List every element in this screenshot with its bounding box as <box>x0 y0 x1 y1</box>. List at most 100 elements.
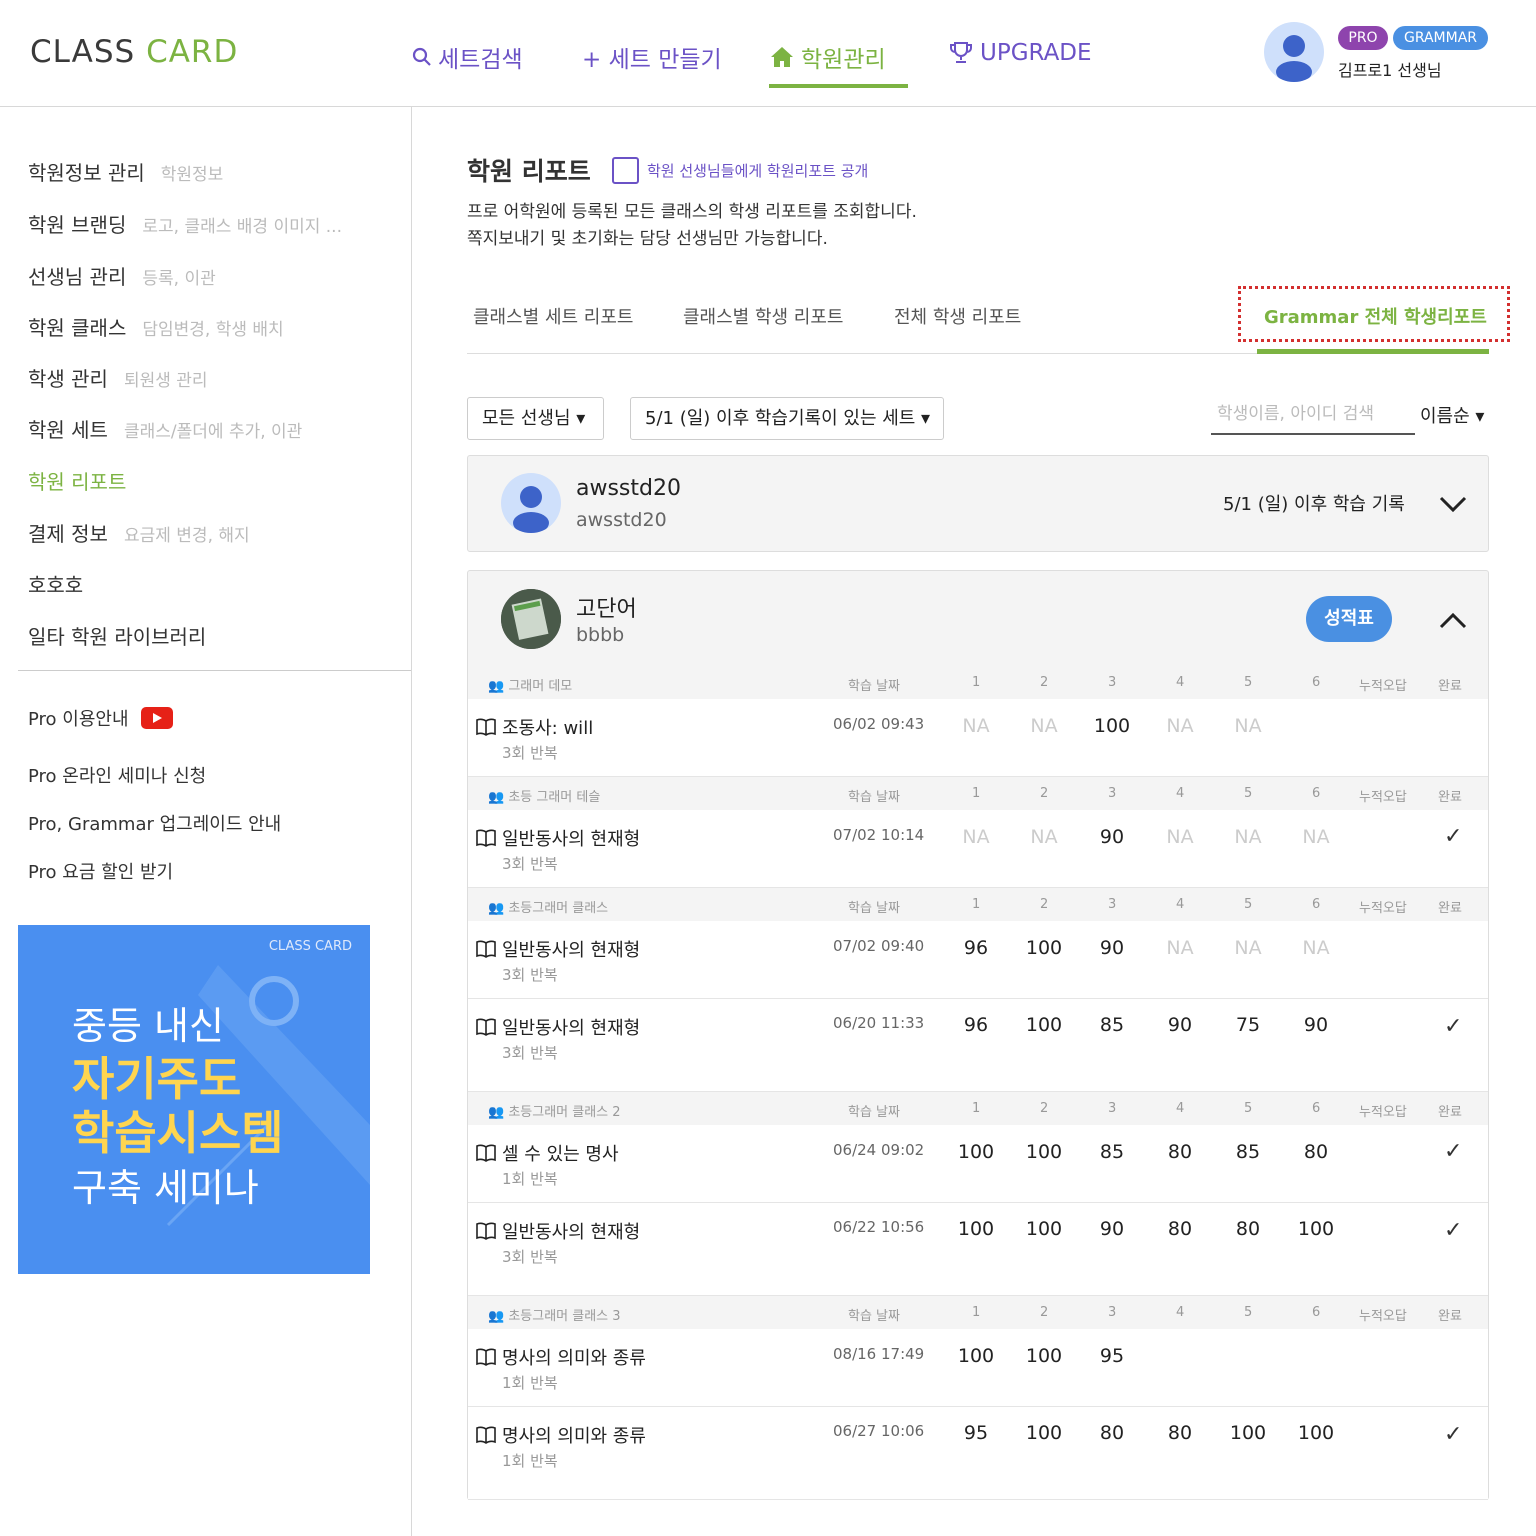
discount-link[interactable]: Pro 요금 할인 받기 <box>28 858 173 884</box>
sidebar: 학원정보 관리 학원정보 학원 브랜딩 로고, 클래스 배경 이미지 ... 선생님… <box>0 107 412 1536</box>
user-name[interactable]: 김프로1 선생님 <box>1338 57 1442 81</box>
sidebar-item-library[interactable]: 일타 학원 라이브러리 <box>28 621 206 650</box>
table-row[interactable]: 일반동사의 현재형 3회 반복 07/02 10:14 NA NA 90 NA NA NA ✓ <box>468 810 1488 888</box>
col-round: 4 <box>1176 675 1185 690</box>
set-title[interactable]: 일반동사의 현재형 <box>502 936 640 962</box>
nav-upgrade[interactable]: UPGRADE <box>948 40 1092 66</box>
study-date: 06/20 11:33 <box>833 1014 925 1032</box>
done-check: ✓ <box>1444 824 1463 849</box>
set-title[interactable]: 조동사: will <box>502 714 593 740</box>
student-name: awsstd20 <box>576 476 681 501</box>
tab-class-set-report[interactable]: 클래스별 세트 리포트 <box>473 303 633 329</box>
set-title[interactable]: 명사의 의미와 종류 <box>502 1422 646 1448</box>
seminar-banner[interactable]: CLASS CARD 중등 내신 자기주도 학습시스템 구축 세미나 <box>18 925 370 1274</box>
sidebar-item-info[interactable]: 학원정보 관리 학원정보 <box>28 157 223 186</box>
col-round: 6 <box>1312 786 1321 801</box>
nav-set-search[interactable]: 세트검색 <box>412 40 523 74</box>
chevron-down-icon[interactable] <box>1438 494 1468 514</box>
col-round: 1 <box>972 1305 981 1320</box>
group-header: 👥 초등그래머 클래스 학습 날짜 1 2 3 4 5 6 누적오답 완료 <box>468 888 1488 921</box>
table-row[interactable]: 명사의 의미와 종류 1회 반복 08/16 17:49 100 100 95 <box>468 1329 1488 1407</box>
sidebar-item-students[interactable]: 학생 관리 퇴원생 관리 <box>28 363 208 392</box>
done-check: ✓ <box>1444 1014 1463 1039</box>
grade-report-button[interactable]: 성적표 <box>1306 596 1392 642</box>
round-score: 85 <box>1235 1141 1261 1163</box>
round-score: 95 <box>1099 1345 1125 1367</box>
round-score: 90 <box>1099 826 1125 848</box>
repeat-count: 1회 반복 <box>502 1374 558 1392</box>
round-score: NA <box>1166 715 1194 737</box>
round-score: NA <box>1302 937 1330 959</box>
round-score: 80 <box>1167 1218 1193 1240</box>
col-round: 4 <box>1176 1305 1185 1320</box>
upgrade-guide-link[interactable]: Pro, Grammar 업그레이드 안내 <box>28 810 281 836</box>
teacher-dropdown[interactable]: 모든 선생님 ▾ <box>467 397 604 440</box>
tab-class-student-report[interactable]: 클래스별 학생 리포트 <box>683 303 843 329</box>
round-score: 80 <box>1235 1218 1261 1240</box>
table-row[interactable]: 일반동사의 현재형 3회 반복 06/20 11:33 96 100 85 90 75 90 ✓ <box>468 999 1488 1092</box>
book-icon <box>476 1426 496 1444</box>
student-card-awsstd20[interactable]: awsstd20 awsstd20 5/1 (일) 이후 학습 기록 <box>467 455 1489 552</box>
sidebar-item-report[interactable]: 학원 리포트 <box>28 466 126 495</box>
col-round: 1 <box>972 786 981 801</box>
sort-dropdown[interactable]: 이름순 ▾ <box>1420 402 1484 428</box>
col-round: 6 <box>1312 1101 1321 1116</box>
set-title[interactable]: 일반동사의 현재형 <box>502 825 640 851</box>
logo[interactable]: CLASS CARD <box>30 34 238 70</box>
col-round: 5 <box>1244 675 1253 690</box>
student-id: awsstd20 <box>576 509 667 531</box>
col-round: 2 <box>1040 1305 1049 1320</box>
round-score: 80 <box>1167 1422 1193 1444</box>
user-avatar[interactable] <box>1264 22 1324 82</box>
round-score: NA <box>1030 826 1058 848</box>
set-filter-dropdown[interactable]: 5/1 (일) 이후 학습기록이 있는 세트 ▾ <box>630 397 944 440</box>
col-round: 5 <box>1244 786 1253 801</box>
tab-all-student-report[interactable]: 전체 학생 리포트 <box>894 303 1021 329</box>
book-icon <box>476 1348 496 1366</box>
col-round: 1 <box>972 675 981 690</box>
student-card-godaneo: 고단어 bbbb 성적표 👥 그래머 데모 학습 날짜 1 2 3 4 5 6 누적오답 완료 조동… <box>467 570 1489 1500</box>
pro-seminar-link[interactable]: Pro 온라인 세미나 신청 <box>28 762 206 788</box>
student-photo <box>501 589 561 649</box>
share-checkbox[interactable] <box>612 157 639 184</box>
set-title[interactable]: 명사의 의미와 종류 <box>502 1344 646 1370</box>
table-row[interactable]: 일반동사의 현재형 3회 반복 07/02 09:40 96 100 90 NA NA NA <box>468 921 1488 999</box>
table-row[interactable]: 일반동사의 현재형 3회 반복 06/22 10:56 100 100 90 80 80 100… <box>468 1203 1488 1296</box>
sidebar-item-teachers[interactable]: 선생님 관리 등록, 이관 <box>28 261 216 290</box>
nav-academy-manage[interactable]: 학원관리 <box>769 40 908 88</box>
active-tab-indicator <box>1257 349 1489 354</box>
book-icon <box>476 1018 496 1036</box>
round-score: NA <box>1030 715 1058 737</box>
table-row[interactable]: 셀 수 있는 명사 1회 반복 06/24 09:02 100 100 85 80 85 80 ✓ <box>468 1125 1488 1203</box>
col-round: 4 <box>1176 897 1185 912</box>
table-row[interactable]: 조동사: will 3회 반복 06/02 09:43 NA NA 100 NA NA <box>468 699 1488 777</box>
round-score: 100 <box>1025 1141 1063 1163</box>
col-round: 2 <box>1040 786 1049 801</box>
col-round: 4 <box>1176 786 1185 801</box>
sidebar-item-sets[interactable]: 학원 세트 클래스/폴더에 추가, 이관 <box>28 414 302 443</box>
sidebar-item-hohoho[interactable]: 호호호 <box>28 569 83 598</box>
book-icon <box>476 829 496 847</box>
set-title[interactable]: 일반동사의 현재형 <box>502 1218 640 1244</box>
set-title[interactable]: 일반동사의 현재형 <box>502 1014 640 1040</box>
chevron-up-icon[interactable] <box>1438 611 1468 631</box>
group-header: 👥 초등그래머 클래스 3 학습 날짜 1 2 3 4 5 6 누적오답 완료 <box>468 1296 1488 1329</box>
group-name: 👥 초등그래머 클래스 <box>488 901 609 916</box>
student-search-input[interactable]: 학생이름, 아이디 검색 <box>1211 399 1415 435</box>
share-checkbox-label[interactable]: 학원 선생님들에게 학원리포트 공개 <box>647 160 868 181</box>
sidebar-item-branding[interactable]: 학원 브랜딩 로고, 클래스 배경 이미지 ... <box>28 209 342 238</box>
col-round: 3 <box>1108 897 1117 912</box>
report-table: 👥 그래머 데모 학습 날짜 1 2 3 4 5 6 누적오답 완료 조동사: will 3회 반복 0… <box>468 666 1488 1500</box>
book-icon <box>476 940 496 958</box>
sidebar-item-payment[interactable]: 결제 정보 요금제 변경, 해지 <box>28 518 250 547</box>
round-score: NA <box>1302 826 1330 848</box>
pro-badge: PRO <box>1338 26 1388 50</box>
nav-make-set[interactable]: + 세트 만들기 <box>582 40 722 74</box>
col-date: 학습 날짜 <box>848 901 900 916</box>
pro-guide-link[interactable]: Pro 이용안내 <box>28 705 173 731</box>
round-score: 100 <box>1025 1218 1063 1240</box>
set-title[interactable]: 셀 수 있는 명사 <box>502 1140 619 1166</box>
home-icon <box>771 47 793 67</box>
sidebar-item-classes[interactable]: 학원 클래스 담임변경, 학생 배치 <box>28 312 284 341</box>
table-row[interactable]: 명사의 의미와 종류 1회 반복 06/27 10:06 95 100 80 80 100 10… <box>468 1407 1488 1500</box>
